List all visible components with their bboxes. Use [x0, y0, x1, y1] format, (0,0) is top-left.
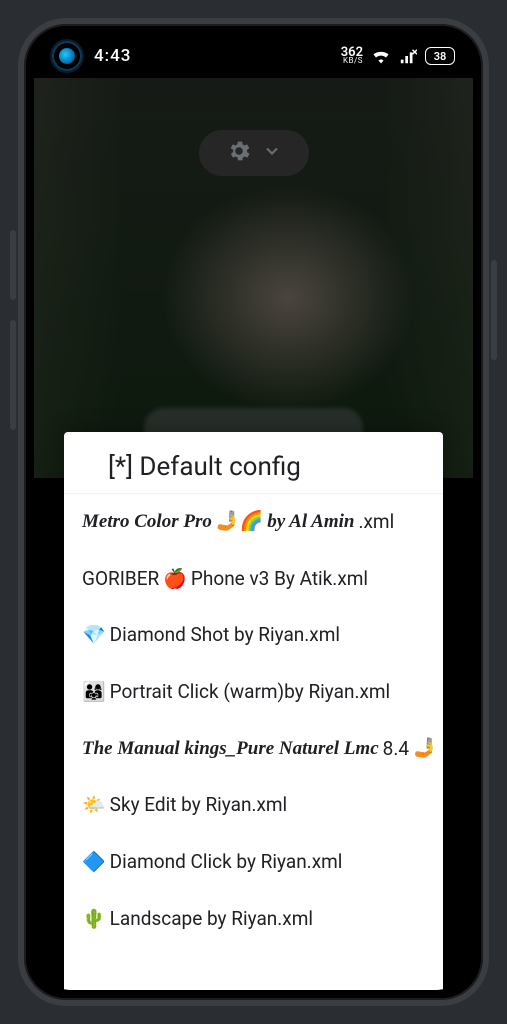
wifi-icon: [371, 48, 391, 64]
selfie-rainbow-icon: 🤳🌈: [216, 510, 263, 535]
status-bar: 4:43 362 KB/S 38: [34, 34, 473, 78]
config-default-option[interactable]: [*] Default config: [64, 432, 443, 496]
signal-x-icon: [399, 48, 417, 64]
list-item[interactable]: 🌤️ Sky Edit by Riyan.xml: [64, 777, 443, 834]
chevron-down-icon: [262, 141, 282, 165]
power-button: [491, 260, 497, 360]
config-picker-sheet: [*] Default config Metro Color Pro 🤳🌈 by…: [64, 432, 443, 990]
selfie-person-leaf-icon: 🤳🧍🌿: [413, 737, 443, 762]
diamond-blue-icon: 🔷: [82, 850, 106, 875]
punch-hole-camera: [52, 41, 82, 71]
list-item[interactable]: GORIBER 🍎 Phone v3 By Atik.xml: [64, 551, 443, 608]
family-icon: 👨‍👩‍👧: [82, 680, 106, 705]
gem-icon: 💎: [82, 623, 106, 648]
volume-down-button: [10, 320, 16, 430]
screen: 4:43 362 KB/S 38: [34, 34, 473, 990]
settings-pill[interactable]: [199, 130, 309, 176]
cactus-icon: 🌵: [82, 907, 106, 932]
list-item[interactable]: Metro Color Pro 🤳🌈 by Al Amin .xml: [64, 494, 443, 551]
config-list[interactable]: Metro Color Pro 🤳🌈 by Al Amin .xml GORIB…: [64, 494, 443, 990]
list-item[interactable]: 🌵 Landscape by Riyan.xml: [64, 891, 443, 948]
apple-icon: 🍎: [163, 567, 187, 592]
volume-up-button: [10, 230, 16, 300]
list-item[interactable]: 🔷 Diamond Click by Riyan.xml: [64, 834, 443, 891]
gear-icon: [226, 138, 252, 168]
list-item[interactable]: 👨‍👩‍👧 Portrait Click (warm)by Riyan.xml: [64, 664, 443, 721]
phone-frame: 4:43 362 KB/S 38: [18, 18, 489, 1006]
sun-cloud-icon: 🌤️: [82, 793, 106, 818]
clock: 4:43: [94, 46, 131, 66]
battery-indicator: 38: [425, 47, 455, 65]
list-item[interactable]: 💎 Diamond Shot by Riyan.xml: [64, 607, 443, 664]
list-item[interactable]: The Manual kings_Pure Naturel Lmc 8.4 🤳🧍…: [64, 721, 443, 778]
network-speed: 362 KB/S: [341, 48, 363, 64]
